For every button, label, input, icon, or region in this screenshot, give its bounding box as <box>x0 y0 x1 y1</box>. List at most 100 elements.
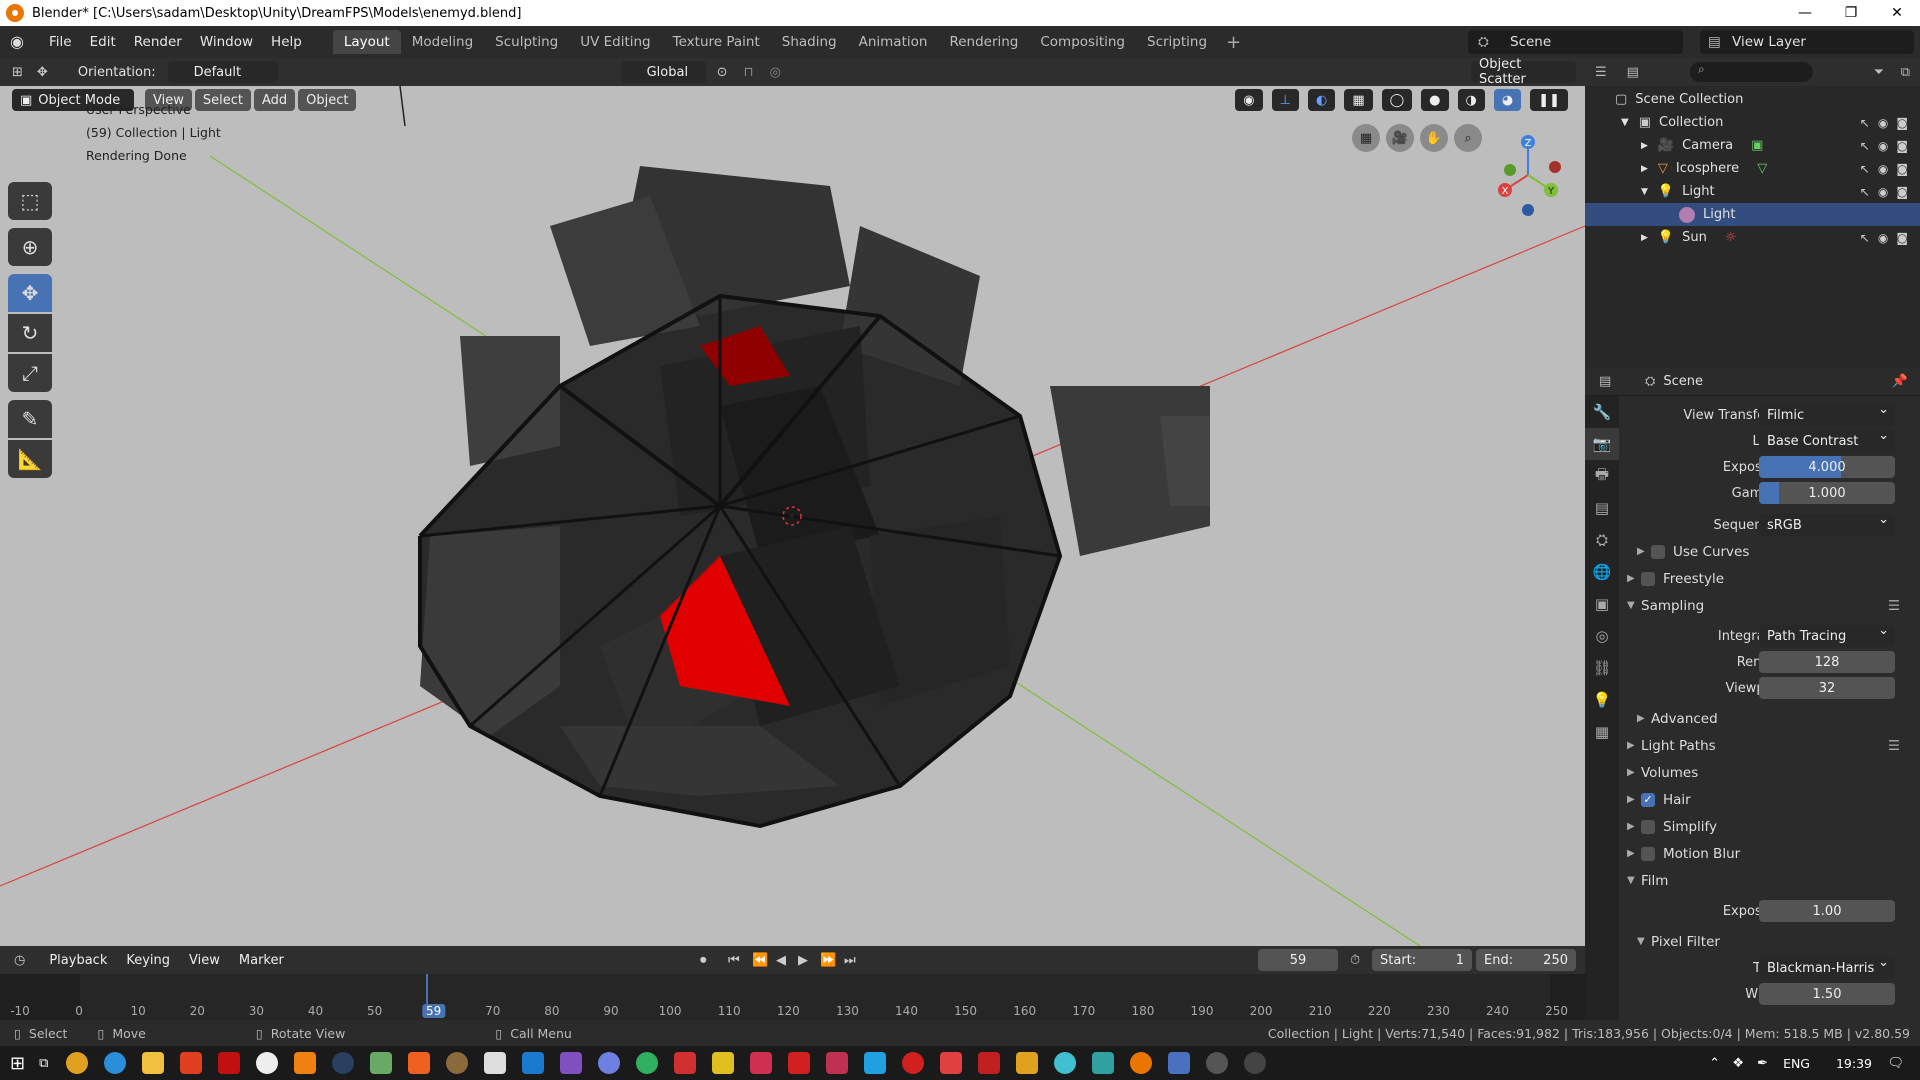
tab-compositing[interactable]: Compositing <box>1029 30 1136 54</box>
object-tab-icon[interactable]: ▣ <box>1585 588 1619 620</box>
freestyle-checkbox[interactable] <box>1641 571 1655 586</box>
expand-arrow-icon[interactable]: ▶ <box>1627 573 1641 584</box>
sequencer-dropdown[interactable]: sRGB <box>1759 512 1895 536</box>
gizmo-toggle-icon[interactable]: ⊥ <box>1271 89 1299 111</box>
obs-icon[interactable] <box>256 1052 279 1074</box>
texture-tab-icon[interactable]: ▦ <box>1585 716 1619 748</box>
presets-list-icon[interactable]: ☰ <box>1888 738 1900 754</box>
blender-taskbar-icon[interactable] <box>1130 1052 1153 1074</box>
motion-blur-checkbox[interactable] <box>1641 846 1655 861</box>
snap-icon[interactable]: ⊓ <box>744 65 754 80</box>
app-icon[interactable] <box>940 1052 963 1074</box>
app-icon[interactable] <box>636 1052 659 1074</box>
expand-arrow-icon[interactable]: ▶ <box>1627 767 1641 778</box>
solid-shading-icon[interactable]: ● <box>1421 89 1449 111</box>
play-reverse-icon[interactable]: ◀ <box>776 953 786 968</box>
app-icon[interactable] <box>902 1052 925 1074</box>
wireframe-shading-icon[interactable]: ◯ <box>1381 89 1413 111</box>
render-toggle-icon[interactable]: ◙ <box>1896 116 1908 130</box>
simplify-panel[interactable]: Simplify <box>1663 819 1717 835</box>
tab-sculpting[interactable]: Sculpting <box>484 30 569 54</box>
volumes-panel[interactable]: Volumes <box>1641 765 1698 781</box>
app-icon[interactable] <box>712 1052 735 1074</box>
close-button[interactable]: ✕ <box>1874 0 1920 26</box>
unity-icon[interactable] <box>484 1052 507 1074</box>
render-toggle-icon[interactable]: ◙ <box>1896 231 1908 245</box>
hair-panel[interactable]: Hair <box>1663 792 1691 808</box>
look-dropdown[interactable]: Base Contrast <box>1759 428 1895 452</box>
scene-tab-icon[interactable]: ⛭ <box>1585 524 1619 556</box>
discord-icon[interactable] <box>598 1052 621 1074</box>
app-icon[interactable] <box>1244 1052 1267 1074</box>
view-layer-selector[interactable]: ▤ View Layer <box>1700 30 1914 54</box>
editor-type-icon[interactable]: ⊞ <box>12 65 23 80</box>
clock-icon[interactable]: ⏱ <box>1350 953 1360 968</box>
jump-start-icon[interactable]: ⏮ <box>728 953 740 968</box>
end-frame-field[interactable]: End: 250 <box>1476 949 1576 971</box>
motion-blur-panel[interactable]: Motion Blur <box>1663 846 1740 862</box>
tab-texture-paint[interactable]: Texture Paint <box>662 30 771 54</box>
select-toggle-icon[interactable]: ↖ <box>1860 231 1870 245</box>
visual-studio-icon[interactable] <box>560 1052 583 1074</box>
outliner-scene-collection[interactable]: ▢ Scene Collection <box>1585 88 1920 111</box>
collapse-arrow-icon[interactable]: ▼ <box>1637 936 1651 947</box>
prev-keyframe-icon[interactable]: ⏪ <box>752 953 768 968</box>
outliner-item-sun[interactable]: ▶ 💡 Sun ☼ ↖ ◉ ◙ <box>1585 226 1920 249</box>
proportional-edit-icon[interactable]: ◎ <box>770 65 781 80</box>
scene-selector[interactable]: ⛭ Scene <box>1468 30 1683 54</box>
outliner-item-light[interactable]: ▼ 💡 Light ↖ ◉ ◙ <box>1585 180 1920 203</box>
material-shading-icon[interactable]: ◑ <box>1457 89 1485 111</box>
pivot-icon[interactable]: ⊙ <box>717 65 728 80</box>
properties-editor-icon[interactable]: ▤ <box>1599 374 1611 389</box>
record-icon[interactable]: ⏺ <box>700 953 707 968</box>
exposure-slider[interactable]: 4.000 <box>1759 456 1895 478</box>
add-workspace-button[interactable]: + <box>1218 32 1249 53</box>
select-toggle-icon[interactable]: ↖ <box>1860 185 1870 199</box>
transform-tool-icon[interactable]: ✥ <box>37 65 48 80</box>
view-layer-tab-icon[interactable]: ▤ <box>1585 492 1619 524</box>
annotate-tool-icon[interactable]: ✎ <box>8 400 52 438</box>
camera-view-icon[interactable]: 🎥 <box>1386 124 1414 152</box>
minimize-button[interactable]: — <box>1782 0 1828 26</box>
app-icon[interactable] <box>674 1052 697 1074</box>
visibility-eye-icon[interactable]: ◉ <box>1878 185 1888 199</box>
pixel-filter-subpanel[interactable]: Pixel Filter <box>1651 934 1720 950</box>
select-toggle-icon[interactable]: ↖ <box>1860 162 1870 176</box>
expand-arrow-icon[interactable]: ▶ <box>1641 233 1648 243</box>
simplify-checkbox[interactable] <box>1641 819 1655 834</box>
select-toggle-icon[interactable]: ↖ <box>1860 116 1870 130</box>
select-toggle-icon[interactable]: ↖ <box>1860 139 1870 153</box>
object-menu[interactable]: Object <box>298 89 357 111</box>
timeline-view-menu[interactable]: View <box>181 949 228 971</box>
hair-checkbox[interactable]: ✓ <box>1641 792 1655 807</box>
display-mode-icon[interactable]: ▤ <box>1627 65 1639 80</box>
zoom-view-icon[interactable]: ⌕ <box>1454 124 1482 152</box>
render-toggle-icon[interactable]: ◙ <box>1896 185 1908 199</box>
cursor-tool-icon[interactable]: ⊕ <box>8 228 52 266</box>
play-icon[interactable]: ▶ <box>798 953 808 968</box>
timeline-editor-icon[interactable]: ◷ <box>14 953 25 968</box>
world-tab-icon[interactable]: 🌐 <box>1585 556 1619 588</box>
visibility-eye-icon[interactable]: ◉ <box>1878 231 1888 245</box>
dropbox-icon[interactable]: ❖ <box>1732 1056 1744 1071</box>
gimp-icon[interactable] <box>446 1052 469 1074</box>
light-paths-panel[interactable]: Light Paths <box>1641 738 1716 754</box>
outliner-collection[interactable]: ▼ ▣ Collection ↖ ◉ ◙ <box>1585 111 1920 134</box>
vscode-icon[interactable] <box>522 1052 545 1074</box>
rendered-shading-icon[interactable]: ◕ <box>1493 89 1522 111</box>
add-menu[interactable]: Add <box>253 89 296 111</box>
collapse-arrow-icon[interactable]: ▼ <box>1627 875 1641 886</box>
presets-list-icon[interactable]: ☰ <box>1888 598 1900 614</box>
viewport-samples-field[interactable]: 32 <box>1759 677 1895 699</box>
render-samples-field[interactable]: 128 <box>1759 651 1895 673</box>
expand-arrow-icon[interactable]: ▶ <box>1627 794 1641 805</box>
sampling-panel[interactable]: Sampling <box>1641 598 1704 614</box>
steam-icon[interactable] <box>332 1052 355 1074</box>
film-panel[interactable]: Film <box>1641 873 1668 889</box>
jump-end-icon[interactable]: ⏭ <box>844 953 856 968</box>
windows-start-icon[interactable]: ⊞ <box>10 1053 25 1074</box>
pen-icon[interactable]: ✒ <box>1757 1056 1768 1071</box>
sublime-icon[interactable] <box>408 1052 431 1074</box>
expand-arrow-icon[interactable]: ▶ <box>1641 141 1648 151</box>
overlay-toggle-icon[interactable]: ◐ <box>1307 89 1336 111</box>
